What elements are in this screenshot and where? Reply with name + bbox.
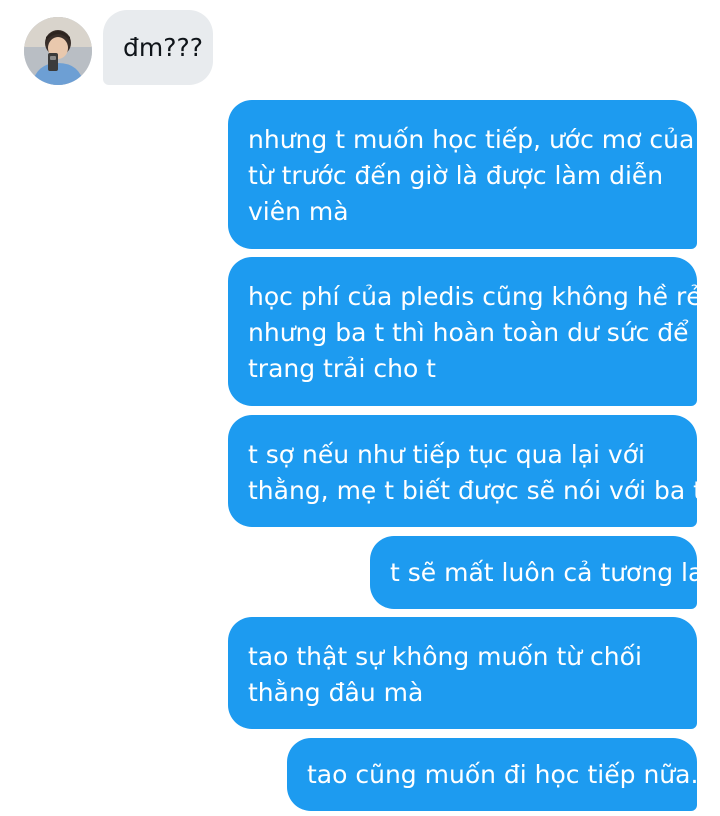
- message-text-line: thằng, mẹ t biết được sẽ nói với ba t: [248, 476, 703, 505]
- avatar[interactable]: [24, 17, 92, 85]
- message-text-line: t sợ nếu như tiếp tục qua lại với: [248, 440, 645, 469]
- message-text-line: từ trước đến giờ là được làm diễn: [248, 161, 664, 190]
- outgoing-message[interactable]: t sẽ mất luôn cả tương lai: [370, 536, 711, 609]
- message-text: đm???: [123, 33, 204, 62]
- message-text: t sẽ mất luôn cả tương lai: [390, 558, 711, 587]
- message-text-line: viên mà: [248, 197, 349, 226]
- incoming-message[interactable]: đm???: [103, 10, 213, 85]
- message-text-line: thằng đâu mà: [248, 678, 424, 707]
- outgoing-message[interactable]: học phí của pledis cũng không hề rẻ, như…: [228, 257, 710, 406]
- message-text: tao cũng muốn đi học tiếp nữa...: [307, 760, 715, 789]
- person-avatar-icon: [24, 17, 92, 85]
- message-text-line: nhưng ba t thì hoàn toàn dư sức để: [248, 318, 689, 347]
- outgoing-message[interactable]: tao cũng muốn đi học tiếp nữa...: [287, 738, 715, 811]
- message-text-line: tao thật sự không muốn từ chối: [248, 642, 642, 671]
- message-text-line: trang trải cho t: [248, 354, 436, 383]
- message-text-line: học phí của pledis cũng không hề rẻ,: [248, 282, 710, 311]
- outgoing-message[interactable]: tao thật sự không muốn từ chối thằng đâu…: [228, 617, 697, 729]
- message-text-line: nhưng t muốn học tiếp, ước mơ của t: [248, 125, 713, 154]
- outgoing-message[interactable]: t sợ nếu như tiếp tục qua lại với thằng,…: [228, 415, 703, 527]
- outgoing-message[interactable]: nhưng t muốn học tiếp, ước mơ của t từ t…: [228, 100, 713, 249]
